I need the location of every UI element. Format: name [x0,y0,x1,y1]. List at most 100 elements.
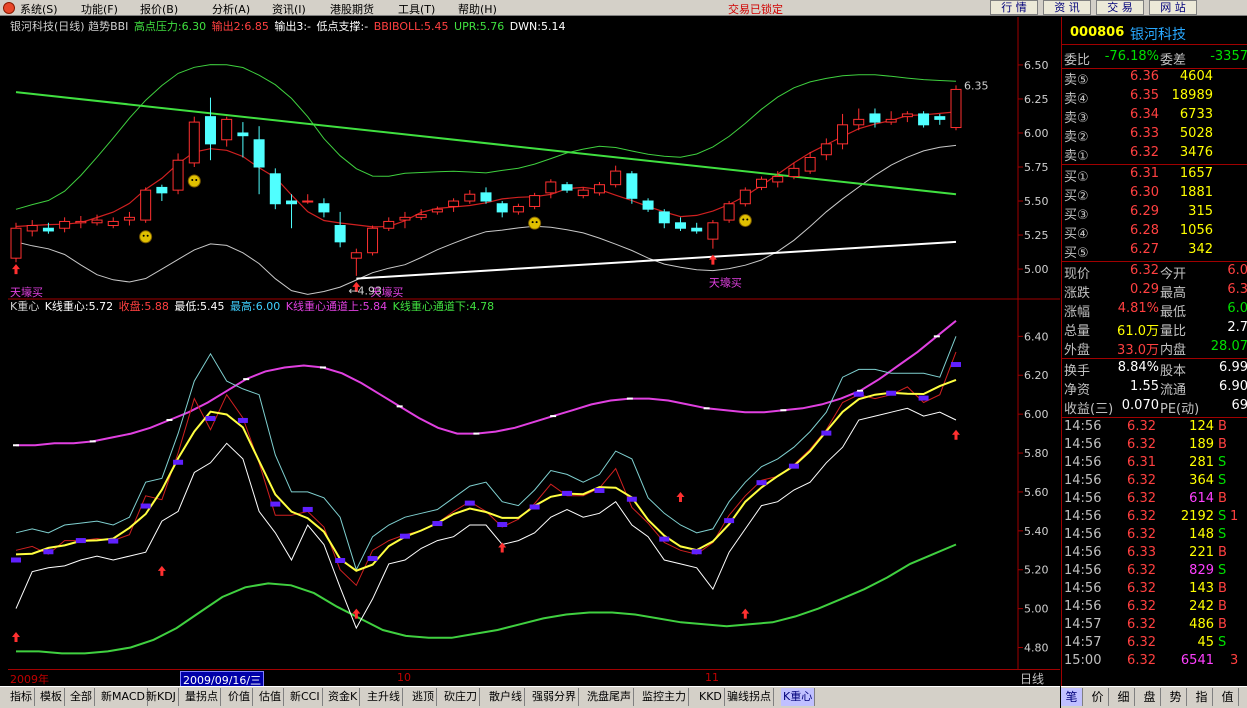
tick-price: 6.33 [1127,545,1156,560]
menu-system[interactable]: 系统(S) [20,1,58,17]
bid-volume: 1657 [1179,166,1213,181]
tick-row[interactable]: 14:56 6.32 242 B [1062,599,1247,617]
ask-row[interactable]: 卖① 6.32 3476 [1062,145,1247,164]
menu-hk-futures[interactable]: 港股期货 [330,1,374,17]
x-label-oct: 10 [397,671,411,684]
stat-row: 现价 6.32 今开 6.0 [1062,263,1247,282]
tab-template[interactable]: 模板 [38,688,65,706]
tick-row[interactable]: 14:56 6.32 189 B [1062,437,1247,455]
tick-price: 6.32 [1127,581,1156,596]
tab-fund-k[interactable]: 资金K [326,688,361,706]
menu-info[interactable]: 资讯(I) [272,1,306,17]
stock-name[interactable]: 银河科技 [1130,24,1186,44]
bid-row[interactable]: 买② 6.30 1881 [1062,185,1247,204]
kcenter-marker [918,395,929,401]
side-tab-trend[interactable]: 势 [1165,688,1187,706]
ask-row[interactable]: 卖③ 6.34 6733 [1062,107,1247,126]
tick-row[interactable]: 14:56 6.32 124 B [1062,419,1247,437]
menu-help[interactable]: 帮助(H) [458,1,497,17]
tab-all[interactable]: 全部 [68,688,95,706]
side-tab-book[interactable]: 盘 [1139,688,1161,706]
signal-marker-eye [531,221,534,224]
menu-function[interactable]: 功能(F) [81,1,118,17]
chart-area[interactable]: 6.50 6.25 6.00 5.75 5.50 5.25 5.00 天壕买 天壕买 天壕买 ←4.… [8,17,1060,669]
tab-new-cci[interactable]: 新CCI [288,688,323,706]
trade-button[interactable]: 交 易 [1096,0,1144,15]
bid-row[interactable]: 买① 6.31 1657 [1062,166,1247,185]
tab-escape-top[interactable]: 逃顶 [410,688,437,706]
website-button[interactable]: 网 站 [1149,0,1197,15]
bid-label: 买③ [1064,208,1089,223]
side-tab-value[interactable]: 值 [1217,688,1239,706]
candle-body [804,156,816,172]
tick-row[interactable]: 14:56 6.32 143 B [1062,581,1247,599]
tab-strength-line[interactable]: 强弱分界 [530,688,579,706]
tab-new-macd[interactable]: 新MACD [99,688,148,706]
bid-row[interactable]: 买④ 6.28 1056 [1062,223,1247,242]
candle-body [253,139,265,168]
tick-row[interactable]: 14:56 6.32 614 B [1062,491,1247,509]
tick-time: 14:56 [1064,509,1102,524]
info-button[interactable]: 资 讯 [1043,0,1091,15]
tick-row[interactable]: 14:56 6.32 2192 S 1 [1062,509,1247,527]
bid-row[interactable]: 买⑤ 6.27 342 [1062,242,1247,261]
weibi-value: -76.18% [1104,49,1159,64]
tab-valuation[interactable]: 估值 [257,688,284,706]
stat-row: 涨幅 4.81% 最低 6.0 [1062,301,1247,320]
tab-new-kdj[interactable]: 新KDJ [144,688,179,706]
legend-output3: 输出3:- [274,20,312,33]
tab-dealer-knife[interactable]: 砍庄刀 [442,688,480,706]
side-tab-price[interactable]: 价 [1087,688,1109,706]
tab-volume-turn[interactable]: 量拐点 [183,688,221,706]
ask-row[interactable]: 卖⑤ 6.36 4604 [1062,69,1247,88]
stat-label: 涨幅 [1064,305,1091,320]
tick-row[interactable]: 14:56 6.32 364 S [1062,473,1247,491]
side-tab-detail[interactable]: 细 [1113,688,1135,706]
tab-fake-turn[interactable]: 骗线拐点 [725,688,774,706]
axis-label: 6.25 [1024,93,1049,106]
kcenter-marker [853,391,864,397]
bid-volume: 315 [1188,204,1213,219]
tick-row[interactable]: 14:57 6.32 486 B [1062,617,1247,635]
ask-row[interactable]: 卖② 6.33 5028 [1062,126,1247,145]
ask-row[interactable]: 卖④ 6.35 18989 [1062,88,1247,107]
tick-row[interactable]: 14:56 6.33 221 B [1062,545,1247,563]
legend-bbiboll: BBIBOLL:5.45 [373,20,449,33]
tick-price: 6.32 [1127,653,1156,668]
tick-row[interactable]: 14:56 6.32 829 S [1062,563,1247,581]
tab-kkd[interactable]: KKD [697,688,725,706]
tab-indicator[interactable]: 指标 [8,688,35,706]
quote-panel: 000806 银河科技 委比 -76.18% 委差 -3357 卖⑤ 6.36 46… [1061,17,1247,686]
channel-upper-dot [243,378,250,381]
tab-k-center[interactable]: K重心 [781,688,816,706]
tab-value[interactable]: 价值 [226,688,253,706]
menu-quote[interactable]: 报价(B) [140,1,178,17]
candle-body [156,186,168,194]
tick-row[interactable]: 15:00 6.32 6541 3 [1062,653,1247,671]
axis-label: 5.00 [1024,263,1049,276]
tick-row[interactable]: 14:56 6.32 148 S [1062,527,1247,545]
weicha-label: 委差 [1160,53,1187,68]
kcenter-marker [626,496,637,502]
menu-analysis[interactable]: 分析(A) [212,1,250,17]
tab-monitor-main[interactable]: 监控主力 [640,688,689,706]
tab-wash-end[interactable]: 洗盘尾声 [585,688,634,706]
period-label[interactable]: 日线 [1020,670,1044,687]
ask-volume: 3476 [1179,145,1213,160]
stat-label: 今开 [1160,267,1187,282]
channel-upper-dot [857,389,864,392]
kline-chart[interactable]: 6.506.256.005.755.505.255.00天壕买 天壕买天壕买←4.… [8,17,1060,669]
side-tab-indicator[interactable]: 指 [1191,688,1213,706]
menu-tools[interactable]: 工具(T) [398,1,435,17]
tick-row[interactable]: 14:57 6.32 45 S [1062,635,1247,653]
tab-retail-line[interactable]: 散户线 [487,688,525,706]
kcenter-marker [691,549,702,555]
side-tab-trades[interactable]: 笔 [1061,688,1083,706]
tick-row[interactable]: 14:56 6.31 281 S [1062,455,1247,473]
tick-price: 6.32 [1127,509,1156,524]
tab-main-rise[interactable]: 主升线 [365,688,403,706]
quote-button[interactable]: 行 情 [990,0,1038,15]
stat-label: 流通 [1160,383,1187,398]
candle-body [10,227,22,259]
bid-row[interactable]: 买③ 6.29 315 [1062,204,1247,223]
